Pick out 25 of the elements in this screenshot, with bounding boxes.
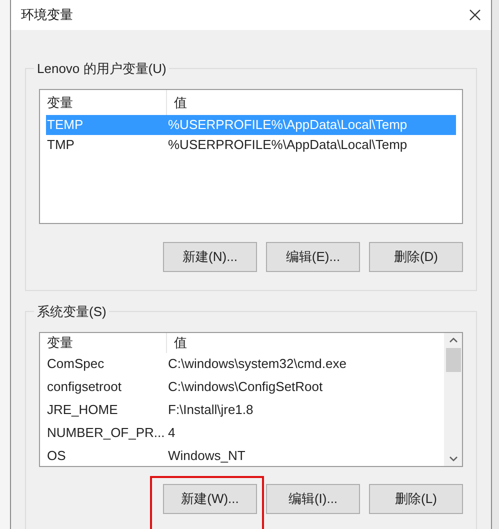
dialog-button[interactable]: 编辑(I)...	[266, 484, 360, 514]
dialog-button[interactable]: 编辑(E)...	[266, 242, 360, 272]
variable-row[interactable]: TMP %USERPROFILE%\AppData\Local\Temp	[46, 135, 456, 155]
variable-list[interactable]: 变量 值 TEMP %USERPROFILE%\AppData\Local\Temp TMP %USERPROFILE%\AppData\Local\Temp	[39, 89, 463, 224]
variable-row[interactable]: JRE_HOME F:\Install\jre1.8	[46, 398, 438, 422]
dialog-button[interactable]: 新建(N)...	[163, 242, 257, 272]
variable-list[interactable]: 变量 值 ComSpec C:\windows\system32\cmd.exe configsetroot C:\windows\ConfigSetRoot JRE_HOME F:\Install\jre1.8 NUMBER_OF_PR... 4 OS Windows_NT	[39, 332, 463, 467]
close-icon[interactable]	[469, 9, 481, 21]
variable-row[interactable]: NUMBER_OF_PR... 4	[46, 422, 438, 444]
column-header[interactable]: 值	[167, 333, 444, 352]
window-title: 环境变量	[21, 6, 73, 24]
variable-row[interactable]: OS Windows_NT	[46, 444, 438, 466]
dialog-button[interactable]: 删除(L)	[369, 484, 463, 514]
variable-row[interactable]: configsetroot C:\windows\ConfigSetRoot	[46, 376, 438, 398]
column-header[interactable]: 值	[167, 90, 462, 115]
group-title: 系统变量(S)	[34, 302, 110, 322]
scroll-down-icon[interactable]	[448, 456, 458, 462]
column-header[interactable]: 变量	[40, 333, 167, 352]
scrollbar[interactable]	[444, 333, 462, 466]
scroll-thumb[interactable]	[446, 348, 460, 372]
scroll-up-icon[interactable]	[448, 337, 458, 343]
variable-row[interactable]: ComSpec C:\windows\system32\cmd.exe	[46, 352, 438, 376]
dialog-button[interactable]: 新建(W)...	[163, 484, 257, 514]
dialog-button[interactable]: 删除(D)	[369, 242, 463, 272]
group-title: Lenovo 的用户变量(U)	[34, 59, 170, 78]
